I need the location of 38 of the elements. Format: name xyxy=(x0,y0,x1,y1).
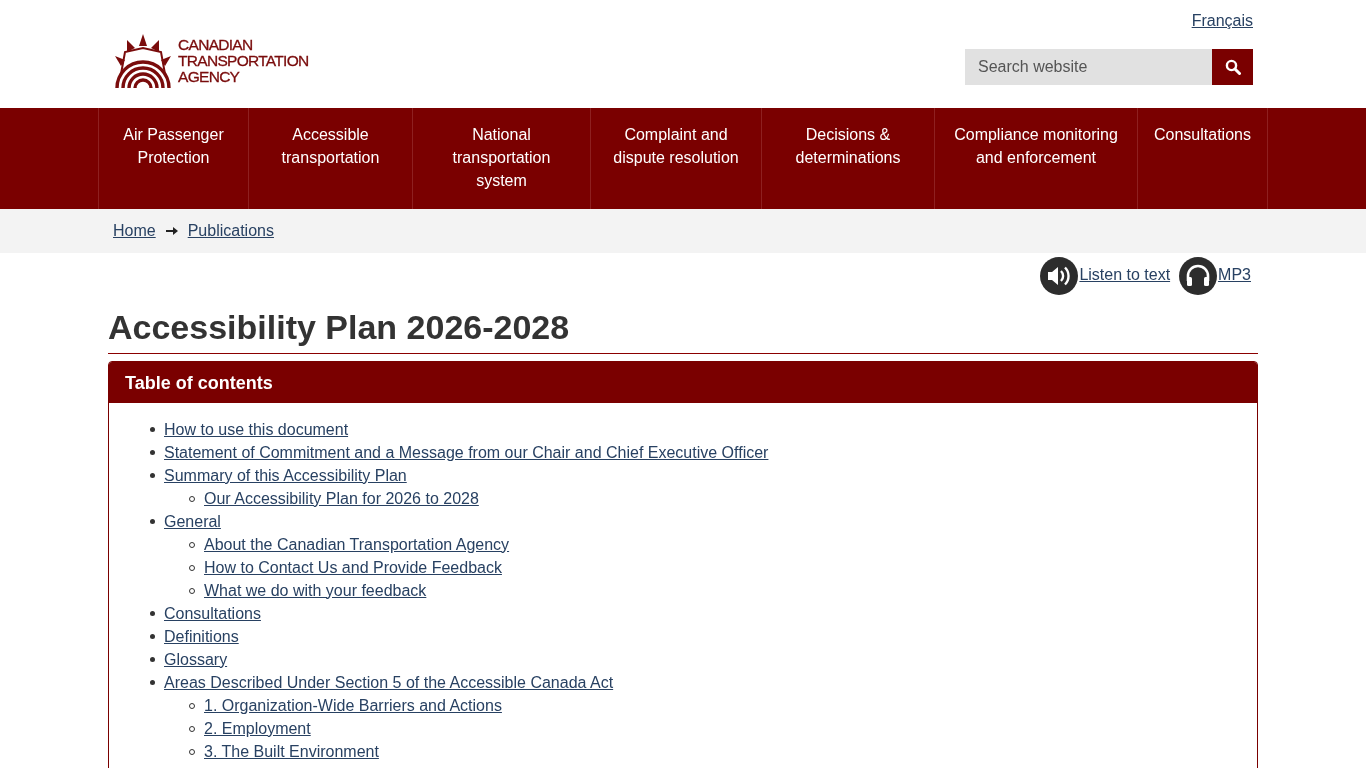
bullet-icon xyxy=(150,680,155,685)
toc-link[interactable]: 3. The Built Environment xyxy=(204,741,379,762)
bullet-icon xyxy=(150,427,155,432)
bullet-icon xyxy=(150,611,155,616)
toc-link[interactable]: About the Canadian Transportation Agency xyxy=(204,534,510,555)
headphones-icon[interactable] xyxy=(1179,257,1218,295)
bullet-icon xyxy=(150,450,155,455)
toc-link[interactable]: What we do with your feedback xyxy=(204,580,427,601)
bullet-icon xyxy=(150,634,155,639)
search-button[interactable] xyxy=(1212,49,1253,85)
language-link[interactable]: Français xyxy=(1191,12,1253,30)
toc-link[interactable]: General xyxy=(164,511,221,532)
breadcrumb-link[interactable]: Home xyxy=(113,221,156,241)
panel-title: Table of contents xyxy=(125,371,273,394)
toc-link[interactable]: Summary of this Accessibility Plan xyxy=(164,465,407,486)
toc-link[interactable]: Statement of Commitment and a Message from our Chair and Chief Executive Officer xyxy=(164,442,769,463)
toc-link[interactable]: Areas Described Under Section 5 of the Accessible Canada Act xyxy=(164,672,614,693)
toc-link[interactable]: Consultations xyxy=(164,603,261,624)
search-icon xyxy=(1224,59,1241,75)
bullet-icon xyxy=(150,657,155,662)
toc-link[interactable]: Glossary xyxy=(164,649,228,670)
toc-link[interactable]: How to use this document xyxy=(164,419,349,440)
maple-arcs-icon xyxy=(113,34,173,88)
toc-link[interactable]: 2. Employment xyxy=(204,718,311,739)
bullet-icon xyxy=(150,473,155,478)
toc-link[interactable]: Our Accessibility Plan for 2026 to 2028 xyxy=(204,488,479,509)
audio-link[interactable]: MP3 xyxy=(1218,265,1251,285)
search-field[interactable]: Search website xyxy=(965,49,1212,85)
speaker-icon[interactable] xyxy=(1040,257,1079,295)
agency-name[interactable]: CANADIAN TRANSPORTATION AGENCY xyxy=(178,37,309,85)
toc-link[interactable]: Definitions xyxy=(164,626,239,647)
page-title: Accessibility Plan 2026-2028 xyxy=(108,307,1258,354)
breadcrumb-link[interactable]: Publications xyxy=(187,221,274,241)
toc-link[interactable]: How to Contact Us and Provide Feedback xyxy=(204,557,502,578)
bullet-icon xyxy=(150,519,155,524)
arrow-icon xyxy=(165,226,178,236)
audio-link[interactable]: Listen to text xyxy=(1079,265,1171,285)
toc-link[interactable]: 1. Organization-Wide Barriers and Actions xyxy=(204,695,502,716)
